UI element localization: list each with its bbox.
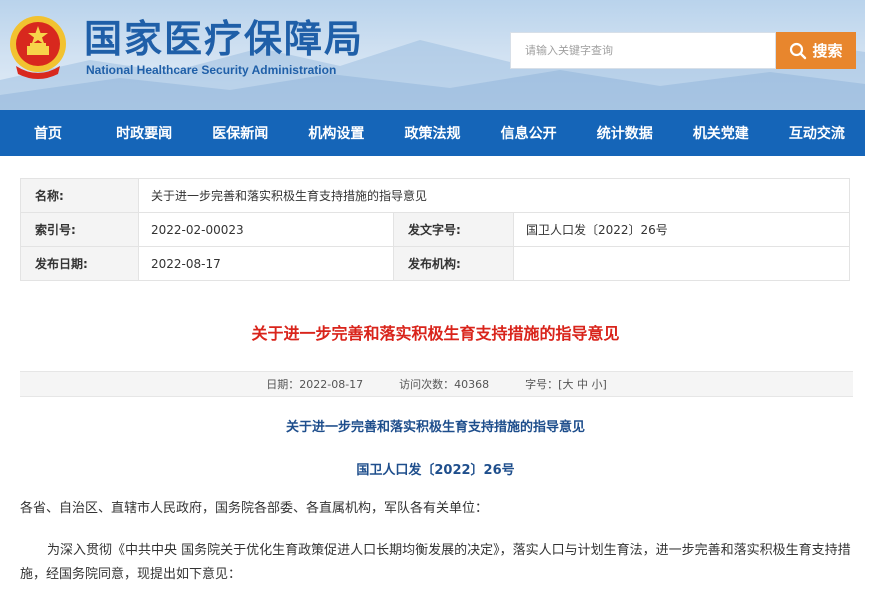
meta-index-label: 索引号: — [20, 212, 139, 247]
table-row: 名称: 关于进一步完善和落实积极生育支持措施的指导意见 — [20, 178, 851, 213]
nav-item-party-building[interactable]: 机关党建 — [673, 110, 769, 156]
article-paragraph: 各省、自治区、直辖市人民政府，国务院各部委、各直属机构，军队各有关单位： — [20, 501, 489, 516]
table-row: 发布日期: 2022-08-17 发布机构: — [20, 246, 851, 281]
main-nav: 首页 时政要闻 医保新闻 机构设置 政策法规 信息公开 统计数据 机关党建 互动… — [0, 110, 865, 156]
site-title-en: National Healthcare Security Administrat… — [86, 63, 337, 77]
nav-item-interaction[interactable]: 互动交流 — [769, 110, 865, 156]
meta-date-value: 2022-08-17 — [138, 246, 394, 281]
nav-item-healthcare-news[interactable]: 医保新闻 — [192, 110, 288, 156]
search-icon — [790, 42, 807, 59]
search-button[interactable]: 搜索 — [776, 32, 856, 69]
search-input[interactable] — [510, 32, 776, 69]
nav-item-policies[interactable]: 政策法规 — [384, 110, 480, 156]
article-document-number: 国卫人口发〔2022〕26号 — [356, 463, 515, 478]
meta-docno-label: 发文字号: — [393, 212, 514, 247]
article-paragraph: 为深入贯彻《中共中央 国务院关于优化生育政策促进人口长期均衡发展的决定》，落实人… — [20, 543, 851, 582]
nav-item-news-politics[interactable]: 时政要闻 — [96, 110, 192, 156]
nav-item-home[interactable]: 首页 — [0, 110, 96, 156]
article-info-bar: 日期：2022-08-17 访问次数：40368 字号：[ 大 中 小 ] — [20, 371, 853, 397]
meta-date-label: 发布日期: — [20, 246, 139, 281]
site-title-cn[interactable]: 国家医疗保障局 — [84, 16, 364, 62]
search-button-label: 搜索 — [812, 42, 843, 60]
meta-name-value: 关于进一步完善和落实积极生育支持措施的指导意见 — [137, 178, 851, 213]
site-header: 国家医疗保障局 National Healthcare Security Adm… — [0, 0, 865, 110]
article-sub-title: 关于进一步完善和落实积极生育支持措施的指导意见 — [285, 420, 585, 435]
article-date: 日期：2022-08-17 — [266, 378, 364, 391]
article-visit-count: 访问次数：40368 — [399, 378, 490, 391]
font-size-label-end: ] — [602, 377, 607, 391]
font-size-medium-link[interactable]: 中 — [577, 376, 588, 392]
meta-org-value — [512, 246, 851, 281]
font-size-label: 字号：[ — [525, 378, 563, 391]
meta-docno-value: 国卫人口发〔2022〕26号 — [512, 212, 851, 247]
nav-item-information[interactable]: 信息公开 — [481, 110, 577, 156]
article-title: 关于进一步完善和落实积极生育支持措施的指导意见 — [251, 324, 620, 343]
document-meta-table: 名称: 关于进一步完善和落实积极生育支持措施的指导意见 索引号: 2022-02… — [20, 178, 851, 281]
font-size-small-link[interactable]: 小 — [591, 376, 602, 392]
nav-item-statistics[interactable]: 统计数据 — [577, 110, 673, 156]
table-row: 索引号: 2022-02-00023 发文字号: 国卫人口发〔2022〕26号 — [20, 212, 851, 247]
meta-index-value: 2022-02-00023 — [138, 212, 394, 247]
national-emblem-icon — [10, 16, 66, 79]
meta-name-label: 名称: — [20, 178, 139, 213]
nav-item-organization[interactable]: 机构设置 — [288, 110, 384, 156]
font-size-large-link[interactable]: 大 — [562, 376, 573, 392]
meta-org-label: 发布机构: — [393, 246, 514, 281]
